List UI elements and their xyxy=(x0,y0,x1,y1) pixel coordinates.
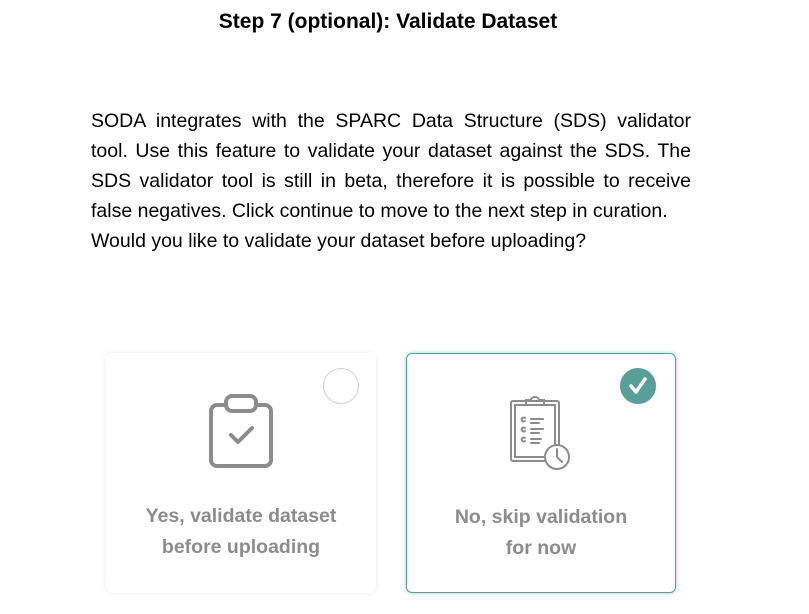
description-paragraph: SODA integrates with the SPARC Data Stru… xyxy=(91,110,691,222)
page-title: Step 7 (optional): Validate Dataset xyxy=(218,10,558,33)
description: SODA integrates with the SPARC Data Stru… xyxy=(91,106,691,256)
description-question: Would you like to validate your dataset … xyxy=(91,230,587,252)
option-label-validate: Yes, validate dataset before uploading xyxy=(106,501,376,563)
option-label-line: No, skip validation xyxy=(454,506,628,528)
option-label-line: for now xyxy=(505,537,577,559)
option-card-validate[interactable]: Yes, validate dataset before uploading xyxy=(106,353,376,593)
option-card-skip[interactable]: No, skip validation for now xyxy=(406,353,676,593)
option-label-skip: No, skip validation for now xyxy=(407,502,675,564)
option-label-line: before uploading xyxy=(161,536,321,558)
clipboard-check-icon xyxy=(106,393,376,469)
clipboard-list-clock-icon xyxy=(407,395,675,471)
option-label-line: Yes, validate dataset xyxy=(145,505,337,527)
